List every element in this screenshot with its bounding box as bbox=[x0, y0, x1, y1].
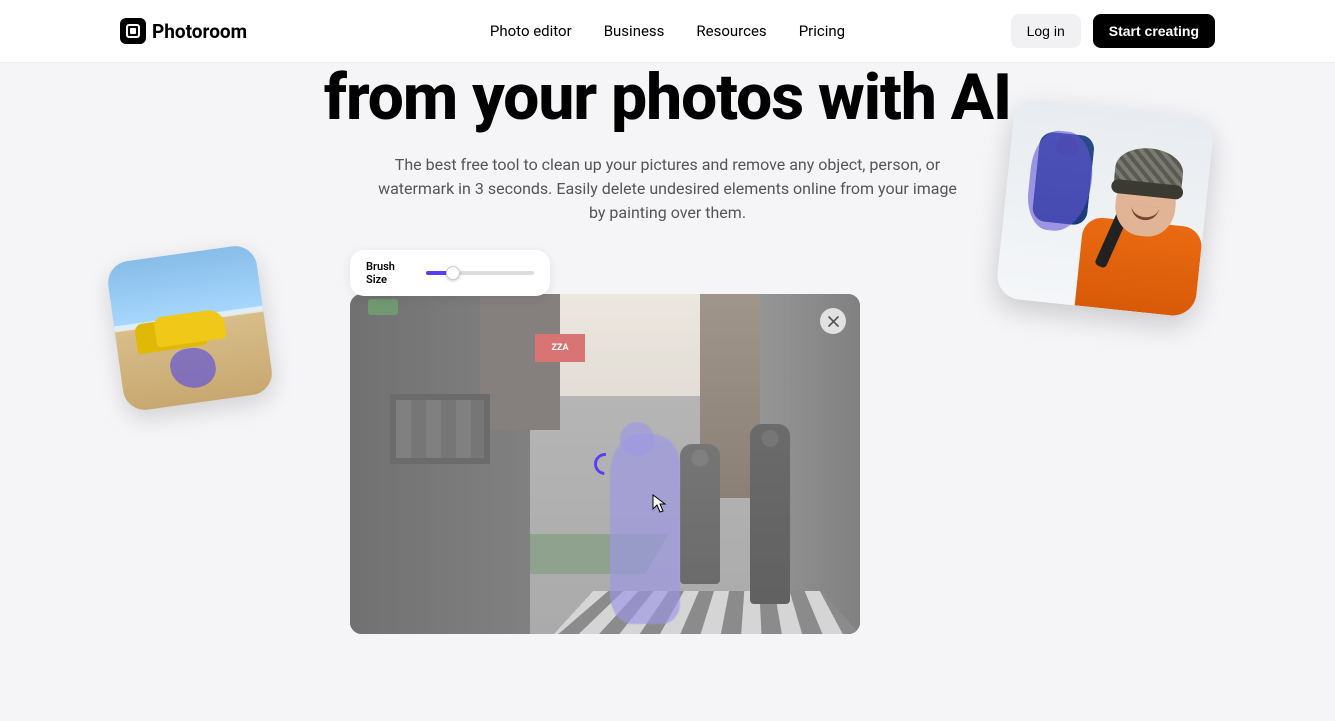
start-creating-button[interactable]: Start creating bbox=[1093, 14, 1215, 48]
login-button[interactable]: Log in bbox=[1011, 14, 1081, 48]
processing-overlay bbox=[350, 294, 860, 634]
brush-size-panel: Brush Size bbox=[350, 250, 550, 296]
slider-thumb[interactable] bbox=[446, 266, 460, 280]
header-actions: Log in Start creating bbox=[1011, 14, 1215, 48]
main-nav: Photo editor Business Resources Pricing bbox=[490, 22, 845, 40]
woman-illustration bbox=[1065, 135, 1212, 318]
nav-resources[interactable]: Resources bbox=[696, 22, 766, 40]
nav-business[interactable]: Business bbox=[604, 22, 665, 40]
page-main: from your photos with AI The best free t… bbox=[0, 63, 1335, 721]
paint-mark-icon bbox=[168, 345, 218, 391]
brand-name: Photoroom bbox=[152, 20, 247, 43]
brand-logo[interactable]: Photoroom bbox=[120, 18, 247, 44]
brush-size-label: Brush Size bbox=[366, 260, 414, 286]
brush-size-slider[interactable] bbox=[426, 271, 534, 275]
decorative-thumbnail-left bbox=[105, 243, 274, 412]
close-canvas-button[interactable] bbox=[820, 308, 846, 334]
nav-photo-editor[interactable]: Photo editor bbox=[490, 22, 572, 40]
editor-canvas[interactable]: ZZA bbox=[350, 294, 860, 634]
close-icon bbox=[828, 316, 839, 327]
shoe-illustration bbox=[153, 308, 226, 347]
logo-mark-icon bbox=[120, 18, 146, 44]
nav-pricing[interactable]: Pricing bbox=[799, 22, 845, 40]
decorative-thumbnail-right bbox=[995, 98, 1215, 318]
loading-spinner-icon bbox=[590, 449, 621, 480]
hero-subtitle: The best free tool to clean up your pict… bbox=[378, 153, 958, 225]
site-header: Photoroom Photo editor Business Resource… bbox=[0, 0, 1335, 63]
